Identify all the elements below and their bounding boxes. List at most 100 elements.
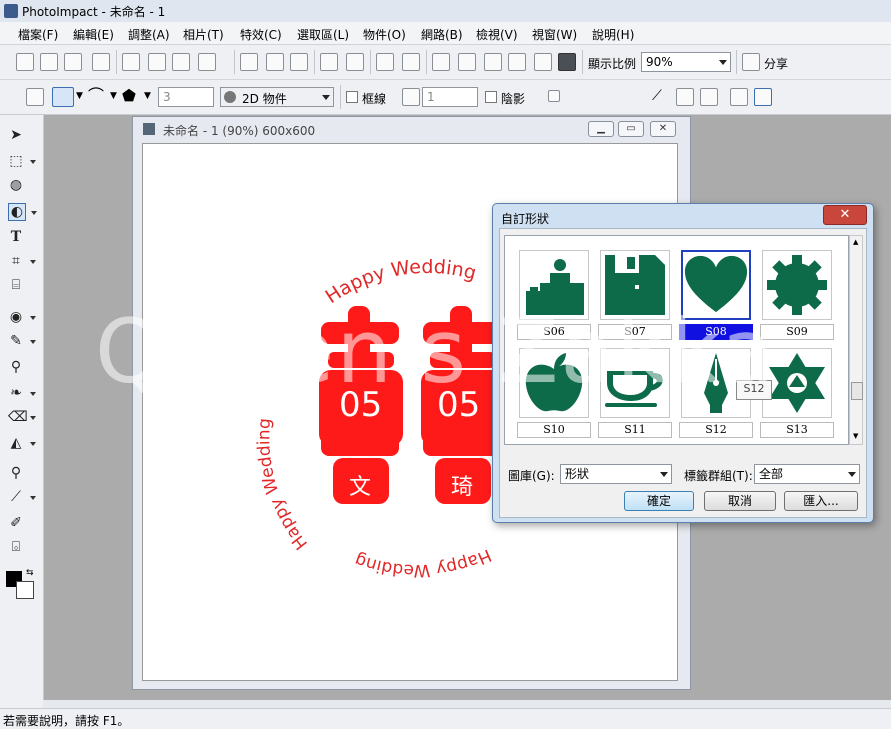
brush-tool-icon[interactable]: ✎ [8, 333, 36, 349]
background-color-swatch[interactable] [16, 581, 34, 599]
eyedropper-tool-icon[interactable]: ⟋ [8, 489, 36, 505]
copy-icon[interactable] [266, 53, 284, 71]
pen-tool-icon[interactable]: ✐ [8, 515, 24, 531]
sides-spinbox[interactable]: 3 [158, 87, 214, 107]
menu-selection[interactable]: 選取區(L) [297, 26, 349, 43]
path-shape-icon[interactable]: ⌒ [88, 88, 106, 106]
document-icon [143, 123, 155, 135]
new-from-template-icon[interactable] [40, 53, 58, 71]
title-bar: PhotoImpact - 未命名 - 1 [0, 0, 891, 23]
gallery-select[interactable]: 形狀 [560, 464, 672, 484]
zoom-tool-icon[interactable]: ⚲ [8, 465, 24, 481]
zoom-select[interactable]: 90% [641, 52, 731, 72]
border-color-icon[interactable] [402, 88, 420, 106]
tag-group-select[interactable]: 全部 [754, 464, 860, 484]
object-mode-select[interactable] [220, 87, 334, 107]
tool-panel: ➤ ⬚ ◍ ◐ T ⌗ ⌸ ◉ ✎ ⚲ ❧ ⌫ ◭ ⚲ ⟋ ✐ ⌺ ⇆ [0, 115, 44, 708]
cut-icon[interactable] [240, 53, 258, 71]
image-optimizer-icon[interactable] [508, 53, 526, 71]
brightness-icon[interactable] [458, 53, 476, 71]
shadow-settings-icon[interactable] [548, 90, 560, 102]
standard-toolbar: 顯示比例 90% 分享 [0, 45, 891, 80]
restore-button[interactable]: ▭ [618, 121, 644, 137]
pick-tool-icon[interactable]: ➤ [8, 127, 24, 143]
gallery-scrollbar[interactable]: ▲ ▼ [849, 235, 863, 445]
border-width-spinbox[interactable]: 1 [422, 87, 478, 107]
object-paint-tool-icon[interactable]: ⌺ [8, 539, 24, 555]
layer-manager-icon[interactable] [558, 53, 576, 71]
chevron-down-icon[interactable]: ▼ [144, 91, 151, 101]
menu-adjust[interactable]: 調整(A) [128, 26, 170, 43]
watermark-text: Queen's Zakka [95, 300, 777, 403]
eraser-tool-icon[interactable]: ⌫ [8, 409, 36, 425]
scroll-down-icon[interactable]: ▼ [853, 432, 858, 440]
workspace-scrollbar[interactable] [43, 700, 891, 708]
open-folder-icon[interactable] [64, 53, 82, 71]
close-icon[interactable]: ✕ [650, 121, 676, 137]
print-preview-icon[interactable] [148, 53, 166, 71]
transform-tool-icon[interactable]: ⌸ [8, 277, 24, 293]
menu-object[interactable]: 物件(O) [363, 26, 406, 43]
minimize-button[interactable]: ▁ [588, 121, 614, 137]
scroll-up-icon[interactable]: ▲ [853, 238, 858, 246]
mail-icon[interactable] [172, 53, 190, 71]
new-file-icon[interactable] [16, 53, 34, 71]
camera-icon[interactable] [376, 53, 394, 71]
close-icon[interactable]: ✕ [823, 205, 867, 225]
fill-tool-icon[interactable]: ◭ [8, 435, 36, 451]
shadow-checkbox[interactable] [485, 91, 497, 103]
tone-map-icon[interactable] [484, 53, 502, 71]
share-label[interactable]: 分享 [764, 55, 788, 72]
menu-effect[interactable]: 特效(C) [240, 26, 282, 43]
stamp-tool-icon[interactable]: ⚲ [8, 359, 24, 375]
effect-palette-icon[interactable] [534, 53, 552, 71]
ok-button[interactable]: 確定 [624, 491, 694, 511]
screen-capture-icon[interactable] [432, 53, 450, 71]
menu-help[interactable]: 說明(H) [592, 26, 634, 43]
home-icon[interactable] [730, 88, 748, 106]
rectangle-shape-icon[interactable] [26, 88, 44, 106]
lasso-tool-icon[interactable]: ◍ [8, 177, 24, 193]
scan-icon[interactable] [402, 53, 420, 71]
object-lock-icon[interactable] [676, 88, 694, 106]
chevron-down-icon[interactable]: ▼ [76, 91, 83, 101]
panel-icon[interactable] [754, 88, 772, 106]
clone-tool-icon[interactable]: ❧ [8, 385, 36, 401]
shadow-label: 陰影 [501, 92, 526, 106]
crop-tool-icon[interactable]: ⌗ [8, 253, 36, 269]
document-title: 未命名 - 1 (90%) 600x600 [163, 124, 316, 138]
web-export-icon[interactable] [198, 53, 216, 71]
scrollbar-thumb[interactable] [851, 382, 863, 400]
paste-icon[interactable] [290, 53, 308, 71]
print-icon[interactable] [122, 53, 140, 71]
redeye-tool-icon[interactable]: ◉ [8, 309, 36, 325]
text-tool-icon[interactable]: T [8, 229, 24, 245]
chevron-down-icon[interactable]: ▼ [110, 91, 117, 101]
marquee-tool-icon[interactable]: ⬚ [8, 153, 36, 169]
name-left: 文 [349, 475, 371, 500]
redo-icon[interactable] [346, 53, 364, 71]
polygon-shape-icon[interactable]: ⬟ [122, 88, 140, 106]
wand-icon[interactable]: ⟋ [652, 88, 670, 106]
menu-window[interactable]: 視窗(W) [532, 26, 577, 43]
import-button[interactable]: 匯入... [784, 491, 858, 511]
shape-label: S10 [517, 422, 591, 438]
dialog-title: 自訂形狀 [501, 212, 550, 226]
snapshot-icon[interactable] [700, 88, 718, 106]
border-checkbox[interactable] [346, 91, 358, 103]
share-icon[interactable] [742, 53, 760, 71]
menu-view[interactable]: 檢視(V) [476, 26, 518, 43]
save-icon[interactable] [92, 53, 110, 71]
menu-web[interactable]: 網路(B) [421, 26, 463, 43]
tag-group-value: 全部 [759, 467, 784, 481]
app-icon [4, 4, 18, 18]
shape-tool-icon[interactable]: ◐ [8, 203, 37, 221]
swap-colors-icon[interactable]: ⇆ [26, 568, 34, 578]
menu-edit[interactable]: 編輯(E) [73, 26, 114, 43]
custom-shape-tool-icon[interactable] [52, 87, 74, 107]
menu-photo[interactable]: 相片(T) [183, 26, 224, 43]
cancel-button[interactable]: 取消 [704, 491, 776, 511]
undo-icon[interactable] [320, 53, 338, 71]
menu-file[interactable]: 檔案(F) [18, 26, 58, 43]
window-title: PhotoImpact - 未命名 - 1 [22, 5, 166, 19]
